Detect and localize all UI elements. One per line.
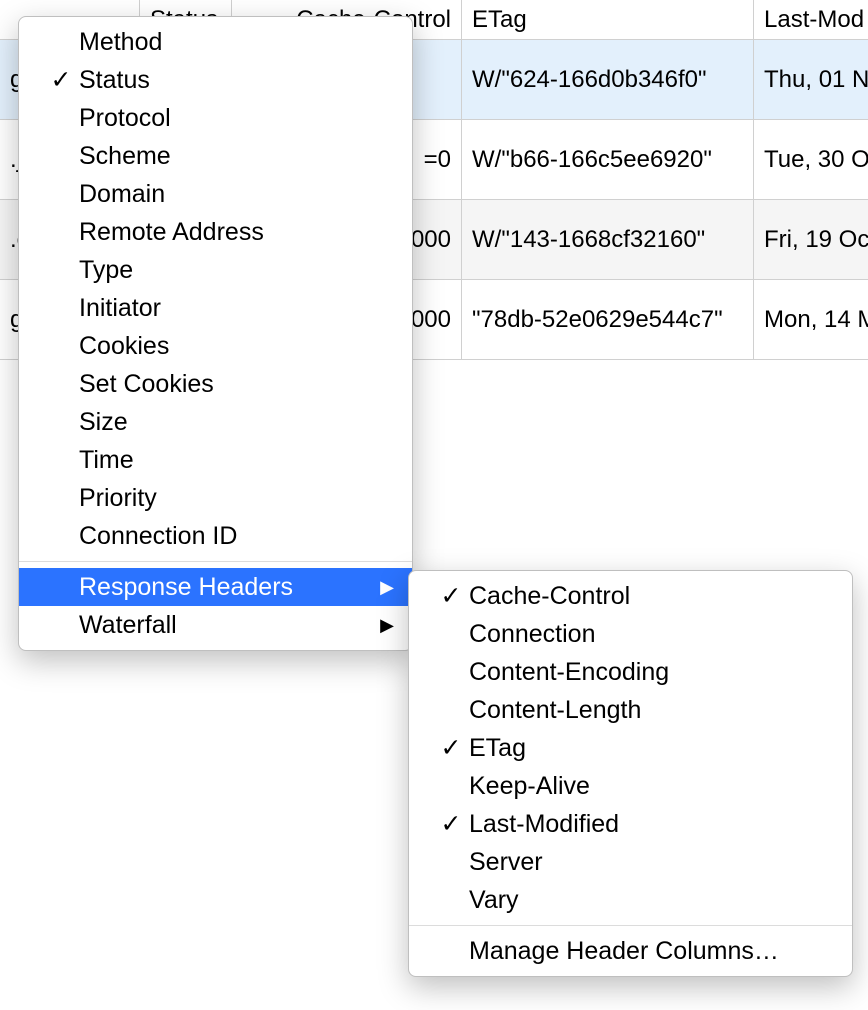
menu-item-label: Time bbox=[79, 446, 394, 475]
cell-last-modified: Mon, 14 M bbox=[754, 280, 868, 359]
menu-item-remote-address[interactable]: Remote Address bbox=[19, 213, 412, 251]
menu-item-label: Protocol bbox=[79, 104, 394, 133]
menu-item-label: Set Cookies bbox=[79, 370, 394, 399]
check-icon: ✓ bbox=[439, 733, 463, 763]
menu-item-label: Vary bbox=[469, 886, 834, 915]
menu-item-label: Remote Address bbox=[79, 218, 394, 247]
menu-item-last-modified[interactable]: ✓Last-Modified bbox=[409, 805, 852, 843]
menu-item-vary[interactable]: Vary bbox=[409, 881, 852, 919]
menu-item-label: Manage Header Columns… bbox=[469, 937, 834, 966]
menu-item-manage-header-columns[interactable]: Manage Header Columns… bbox=[409, 932, 852, 970]
check-icon: ✓ bbox=[439, 809, 463, 839]
menu-item-label: Status bbox=[79, 66, 394, 95]
cell-last-modified: Tue, 30 O bbox=[754, 120, 868, 199]
menu-item-scheme[interactable]: Scheme bbox=[19, 137, 412, 175]
col-header-etag[interactable]: ETag bbox=[462, 0, 754, 40]
col-header-last-modified[interactable]: Last-Mod bbox=[754, 0, 868, 40]
menu-item-server[interactable]: Server bbox=[409, 843, 852, 881]
cell-last-modified: Fri, 19 Oc bbox=[754, 200, 868, 279]
menu-item-content-encoding[interactable]: Content-Encoding bbox=[409, 653, 852, 691]
menu-item-size[interactable]: Size bbox=[19, 403, 412, 441]
menu-item-label: Cookies bbox=[79, 332, 394, 361]
menu-item-response-headers[interactable]: Response Headers▶ bbox=[19, 568, 412, 606]
cell-etag: W/"143-1668cf32160" bbox=[462, 200, 754, 279]
menu-item-label: Response Headers bbox=[79, 573, 380, 602]
menu-item-label: Waterfall bbox=[79, 611, 380, 640]
menu-separator bbox=[409, 925, 852, 926]
menu-item-set-cookies[interactable]: Set Cookies bbox=[19, 365, 412, 403]
menu-item-label: Type bbox=[79, 256, 394, 285]
cell-last-modified: Thu, 01 N bbox=[754, 40, 868, 119]
context-menu-columns: Method✓StatusProtocolSchemeDomainRemote … bbox=[18, 16, 413, 651]
cell-etag: "78db-52e0629e544c7" bbox=[462, 280, 754, 359]
menu-item-label: Server bbox=[469, 848, 834, 877]
menu-item-etag[interactable]: ✓ETag bbox=[409, 729, 852, 767]
menu-item-label: Last-Modified bbox=[469, 810, 834, 839]
menu-item-label: Connection ID bbox=[79, 522, 394, 551]
menu-item-label: Priority bbox=[79, 484, 394, 513]
menu-item-protocol[interactable]: Protocol bbox=[19, 99, 412, 137]
menu-item-type[interactable]: Type bbox=[19, 251, 412, 289]
menu-item-label: Domain bbox=[79, 180, 394, 209]
menu-item-label: Content-Length bbox=[469, 696, 834, 725]
menu-item-connection[interactable]: Connection bbox=[409, 615, 852, 653]
menu-item-connection-id[interactable]: Connection ID bbox=[19, 517, 412, 555]
menu-separator bbox=[19, 561, 412, 562]
cell-etag: W/"b66-166c5ee6920" bbox=[462, 120, 754, 199]
menu-item-label: Initiator bbox=[79, 294, 394, 323]
cell-etag: W/"624-166d0b346f0" bbox=[462, 40, 754, 119]
menu-item-priority[interactable]: Priority bbox=[19, 479, 412, 517]
menu-item-cache-control[interactable]: ✓Cache-Control bbox=[409, 577, 852, 615]
submenu-arrow-icon: ▶ bbox=[380, 577, 394, 598]
menu-item-time[interactable]: Time bbox=[19, 441, 412, 479]
menu-item-waterfall[interactable]: Waterfall▶ bbox=[19, 606, 412, 644]
menu-item-label: Size bbox=[79, 408, 394, 437]
menu-item-method[interactable]: Method bbox=[19, 23, 412, 61]
menu-item-status[interactable]: ✓Status bbox=[19, 61, 412, 99]
check-icon: ✓ bbox=[49, 65, 73, 95]
menu-item-initiator[interactable]: Initiator bbox=[19, 289, 412, 327]
menu-item-label: Scheme bbox=[79, 142, 394, 171]
menu-item-keep-alive[interactable]: Keep-Alive bbox=[409, 767, 852, 805]
menu-item-cookies[interactable]: Cookies bbox=[19, 327, 412, 365]
menu-item-content-length[interactable]: Content-Length bbox=[409, 691, 852, 729]
menu-item-label: Content-Encoding bbox=[469, 658, 834, 687]
menu-item-label: Cache-Control bbox=[469, 582, 834, 611]
submenu-arrow-icon: ▶ bbox=[380, 615, 394, 636]
menu-item-label: Keep-Alive bbox=[469, 772, 834, 801]
menu-item-domain[interactable]: Domain bbox=[19, 175, 412, 213]
menu-item-label: Connection bbox=[469, 620, 834, 649]
submenu-response-headers: ✓Cache-ControlConnectionContent-Encoding… bbox=[408, 570, 853, 977]
menu-item-label: ETag bbox=[469, 734, 834, 763]
check-icon: ✓ bbox=[439, 581, 463, 611]
menu-item-label: Method bbox=[79, 28, 394, 57]
